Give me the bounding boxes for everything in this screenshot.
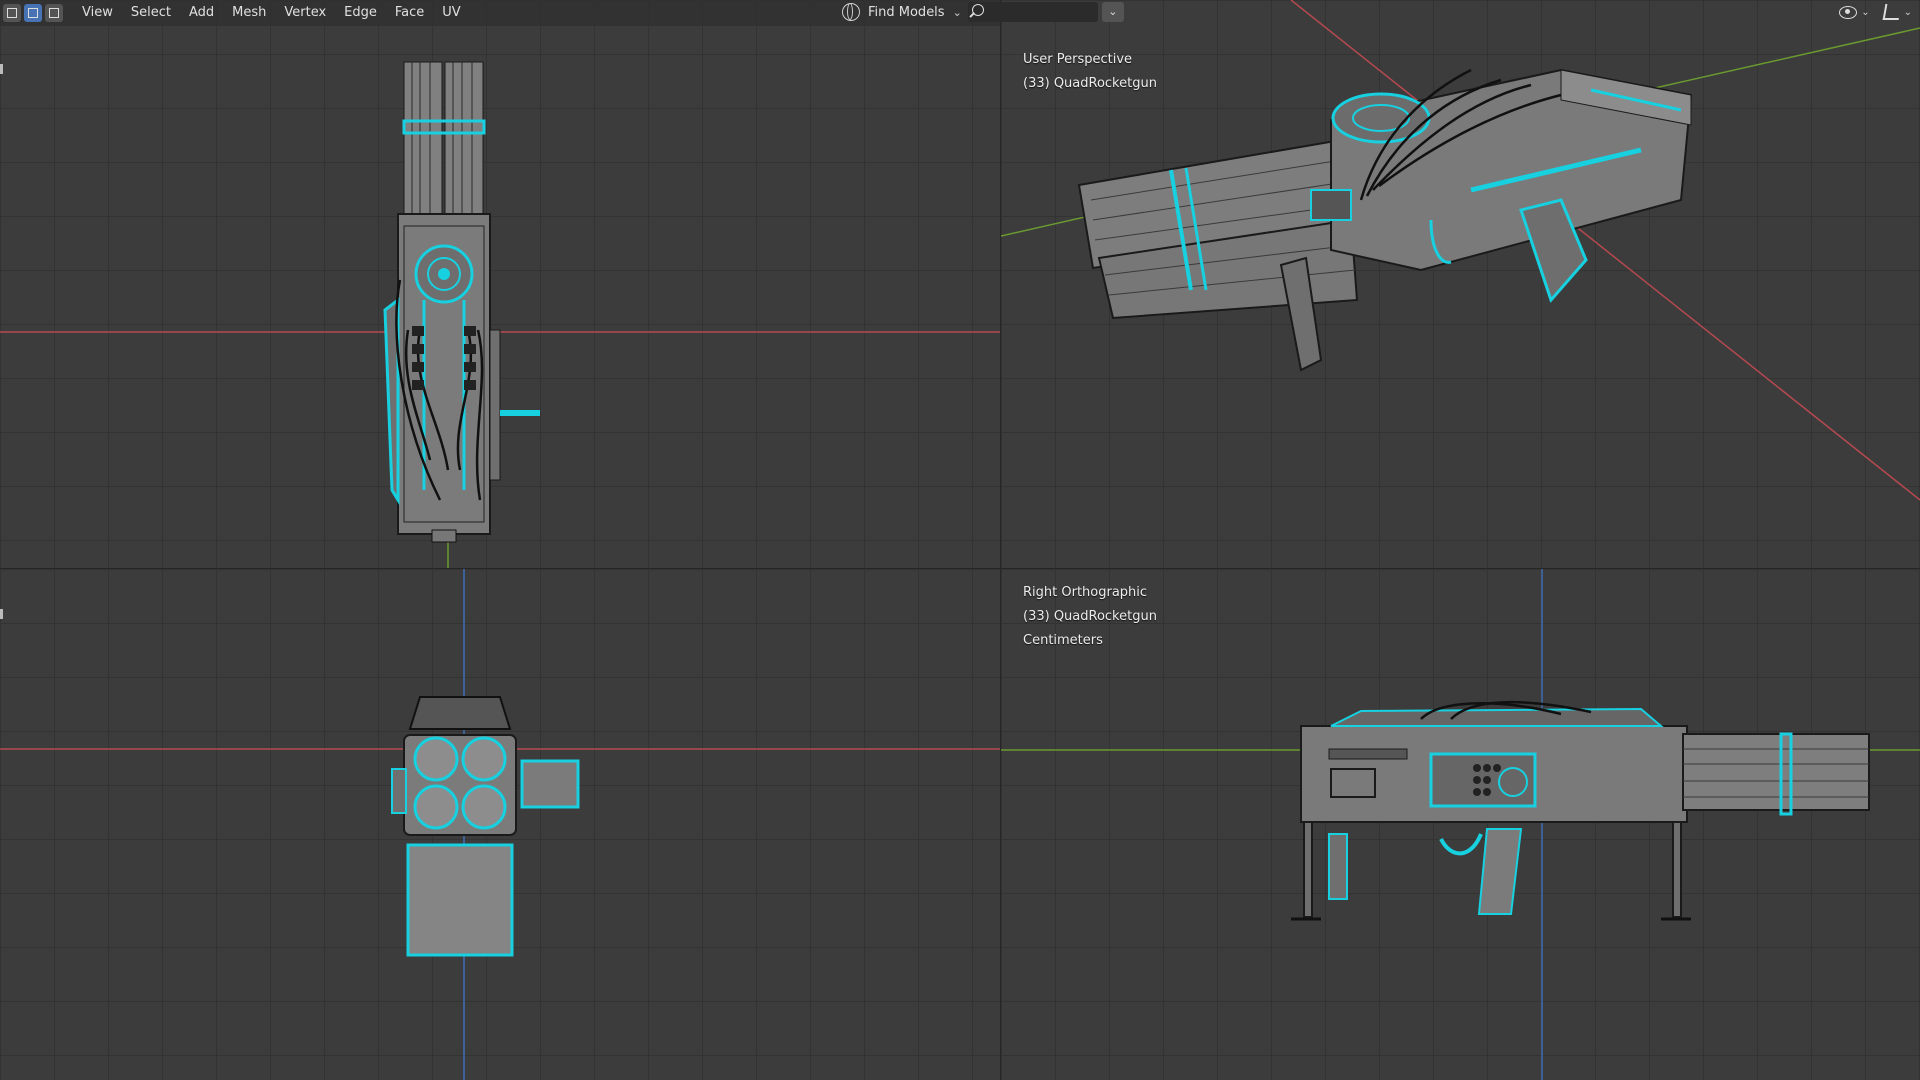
- front-view-scene: [0, 61, 1000, 568]
- vertical-divider[interactable]: [1000, 0, 1001, 1080]
- magazine-side: [1477, 828, 1523, 915]
- object-name: (33) QuadRocketgun: [1023, 609, 1157, 624]
- search-icon: [971, 4, 984, 16]
- units-label: Centimeters: [1023, 633, 1103, 648]
- menu-vertex[interactable]: Vertex: [275, 0, 335, 26]
- viewport-top-left[interactable]: View Select Add Mesh Vertex Edge Face UV: [0, 0, 1000, 568]
- viewport-bottom-left[interactable]: [0, 569, 1000, 1080]
- find-models-group: Find Models ⌄ ⌄: [842, 2, 1124, 22]
- search-dropdown-button[interactable]: ⌄: [1101, 2, 1124, 22]
- face-select-icon[interactable]: [45, 4, 63, 22]
- side-handle: [500, 410, 540, 416]
- menu-select[interactable]: Select: [122, 0, 180, 26]
- menu-mesh[interactable]: Mesh: [223, 0, 275, 26]
- vertex-select-icon[interactable]: [3, 4, 21, 22]
- view-name: User Perspective: [1023, 52, 1133, 67]
- find-models-dropdown[interactable]: Find Models: [868, 5, 945, 20]
- menu-uv[interactable]: UV: [433, 0, 469, 26]
- barrel-left: [403, 61, 443, 223]
- eye-icon[interactable]: [1839, 5, 1858, 19]
- gizmo-icon[interactable]: [1882, 4, 1902, 20]
- viewport-info: User Perspective (33) QuadRocketgun: [1023, 48, 1157, 96]
- header-menu: View Select Add Mesh Vertex Edge Face UV: [73, 0, 470, 26]
- viewport-top-right[interactable]: User Perspective (33) QuadRocketgun: [1001, 0, 1920, 568]
- horizontal-divider[interactable]: [0, 568, 1920, 569]
- chevron-down-icon[interactable]: ⌄: [953, 6, 962, 19]
- view-name: Right Orthographic: [1023, 585, 1148, 600]
- object-name: (33) QuadRocketgun: [1023, 76, 1157, 91]
- search-input[interactable]: [967, 2, 1098, 22]
- viewport-bottom-right[interactable]: Right Orthographic (33) QuadRocketgun Ce…: [1001, 569, 1920, 1080]
- viewport-overlay-controls: ⌄ ⌄: [1839, 4, 1912, 20]
- barrel-right: [444, 61, 484, 223]
- barrels-side: [1682, 733, 1870, 811]
- chevron-down-icon[interactable]: ⌄: [1904, 7, 1912, 18]
- menu-edge[interactable]: Edge: [335, 0, 386, 26]
- globe-icon: [842, 3, 860, 21]
- side-box: [520, 759, 580, 809]
- stock-pad: [406, 843, 514, 957]
- menu-face[interactable]: Face: [386, 0, 433, 26]
- trigger-guard: [1439, 833, 1483, 856]
- barrels-perspective: [1077, 138, 1359, 320]
- control-panel: [1310, 189, 1352, 221]
- top-view-scene: [0, 569, 1000, 1080]
- menu-add[interactable]: Add: [180, 0, 223, 26]
- viewport-info: Right Orthographic (33) QuadRocketgun Ce…: [1023, 581, 1157, 653]
- menu-view[interactable]: View: [73, 0, 122, 26]
- edge-select-icon[interactable]: [24, 4, 42, 22]
- chevron-down-icon[interactable]: ⌄: [1861, 7, 1869, 18]
- top-dial: [1331, 92, 1431, 144]
